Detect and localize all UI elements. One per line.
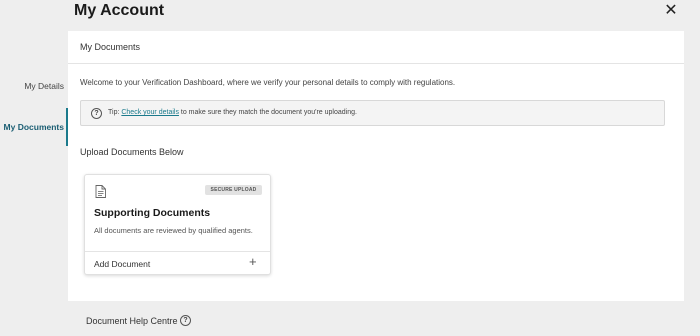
check-details-link[interactable]: Check your details <box>121 109 179 116</box>
sidebar-item-my-details[interactable]: My Details <box>24 81 64 91</box>
help-centre-label[interactable]: Document Help Centre <box>86 316 178 326</box>
card-description: All documents are reviewed by qualified … <box>94 226 253 235</box>
documents-panel: My Documents Welcome to your Verificatio… <box>68 31 684 301</box>
account-page: My Account ✕ My Details My Documents My … <box>0 0 700 336</box>
panel-header: My Documents <box>68 31 684 64</box>
secure-upload-badge: SECURE UPLOAD <box>205 185 262 195</box>
close-icon[interactable]: ✕ <box>664 3 678 19</box>
tip-box: ? Tip: Check your details to make sure t… <box>80 100 665 126</box>
sidebar-item-my-documents[interactable]: My Documents <box>4 122 64 132</box>
add-document-label: Add Document <box>94 259 151 269</box>
welcome-text: Welcome to your Verification Dashboard, … <box>80 78 456 87</box>
plus-icon: + <box>249 254 257 269</box>
supporting-documents-card: SECURE UPLOAD Supporting Documents All d… <box>84 174 271 275</box>
tip-text: Tip: Check your details to make sure the… <box>108 109 357 116</box>
question-circle-icon[interactable]: ? <box>180 315 191 326</box>
tip-prefix: Tip: <box>108 109 122 116</box>
help-centre-section: Document Help Centre ? <box>68 301 684 336</box>
section-title: My Documents <box>80 42 141 52</box>
upload-heading: Upload Documents Below <box>80 147 184 157</box>
card-title: Supporting Documents <box>94 207 211 219</box>
question-circle-icon: ? <box>91 108 102 119</box>
add-document-button[interactable]: Add Document + <box>85 252 270 275</box>
page-title: My Account <box>74 2 165 19</box>
tip-suffix: to make sure they match the document you… <box>178 109 357 116</box>
document-icon <box>95 185 106 198</box>
sidebar: My Details My Documents <box>0 32 68 336</box>
